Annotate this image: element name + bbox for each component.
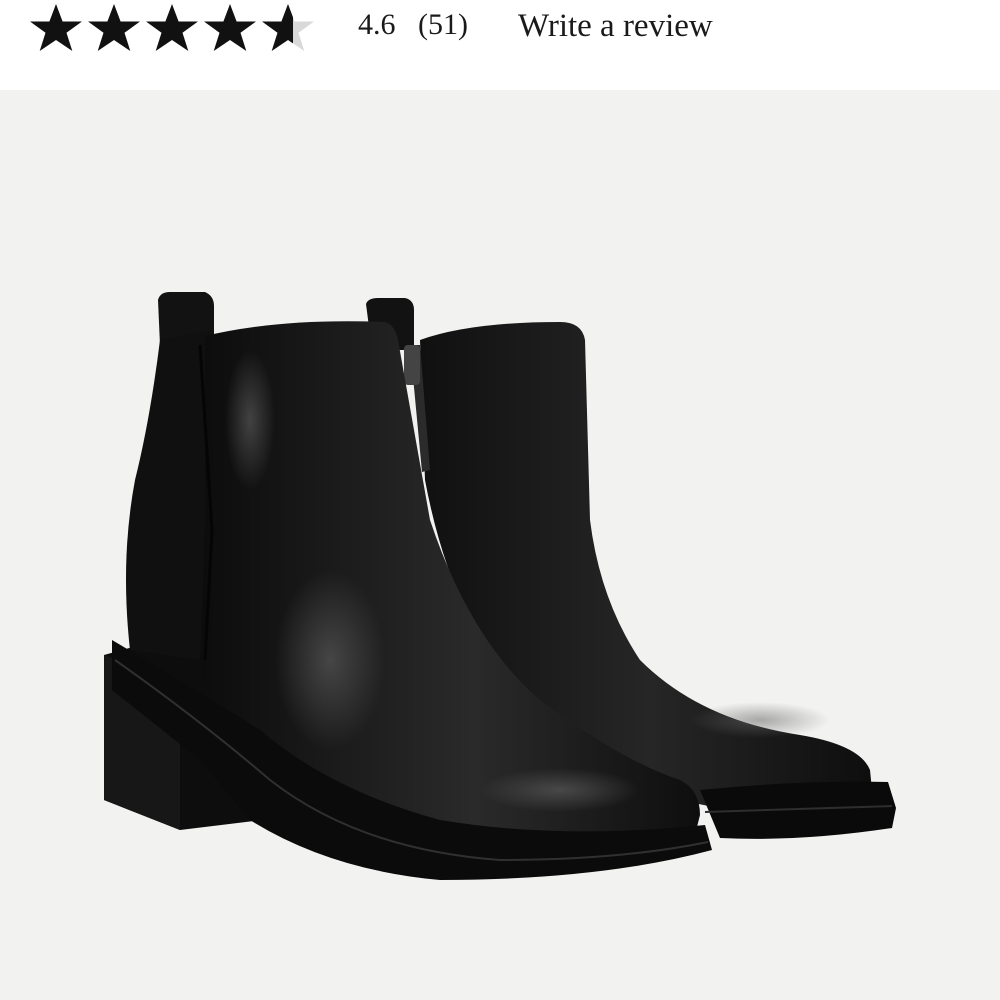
rating-value: 4.6 — [358, 8, 396, 41]
ankle-boots-photo — [104, 292, 896, 880]
star-icon-5-partial — [262, 4, 314, 51]
write-review-link[interactable]: Write a review — [518, 8, 713, 45]
product-image[interactable] — [0, 90, 1000, 1000]
star-icon-3 — [146, 4, 198, 51]
star-icon-2 — [88, 4, 140, 51]
review-count: (51) — [418, 8, 468, 41]
star-icon-1 — [30, 4, 82, 51]
rating-bar: 4.6 (51) Write a review — [0, 0, 1000, 90]
star-rating[interactable] — [27, 3, 317, 53]
star-icon-4 — [204, 4, 256, 51]
